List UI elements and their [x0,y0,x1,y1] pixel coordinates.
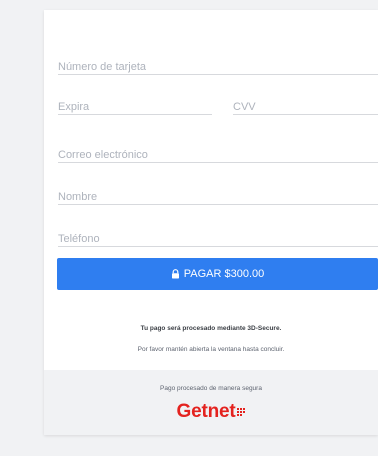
card-number-field[interactable] [58,57,378,76]
footer: Pago procesado de manera segura Getnet [44,370,378,435]
email-field[interactable] [58,145,378,164]
expiry-field[interactable] [58,97,212,116]
secure-notice-title: Tu pago será procesado mediante 3D-Secur… [140,325,282,332]
brand-name: Getnet [176,401,236,422]
email-input[interactable] [58,146,378,164]
cvv-input[interactable] [233,98,378,116]
pay-button[interactable]: PAGAR $300.00 [57,258,378,290]
secure-notice-subtitle: Por favor mantén abierta la ventana hast… [137,346,285,353]
pay-button-label: PAGAR $300.00 [183,268,265,280]
payment-card: PAGAR $300.00 Tu pago será procesado med… [44,10,378,435]
phone-field[interactable] [58,229,378,248]
name-field[interactable] [58,187,378,206]
card-number-input[interactable] [58,58,378,76]
getnet-logo: Getnet [44,401,378,423]
footer-secure-text: Pago procesado de manera segura [160,385,262,392]
logo-dots-icon [237,403,246,421]
phone-input[interactable] [58,230,378,248]
expiry-input[interactable] [58,98,212,116]
cvv-field[interactable] [233,97,378,116]
name-input[interactable] [58,188,378,206]
lock-icon [171,269,180,279]
